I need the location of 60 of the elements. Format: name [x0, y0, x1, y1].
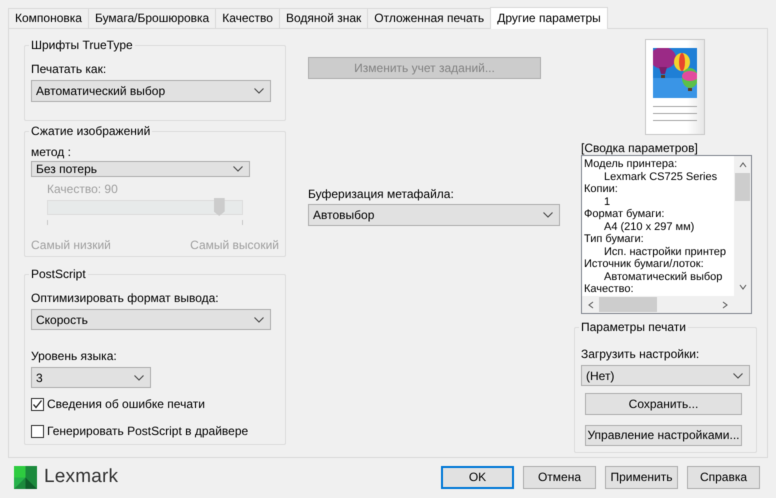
chevron-down-icon [733, 372, 743, 379]
chevron-down-icon [134, 374, 144, 380]
field-label: Оптимизировать формат вывода: [31, 291, 220, 305]
settings-button[interactable]: Управление настройками... [585, 424, 742, 446]
tab[interactable]: Компоновка [8, 8, 89, 28]
horizontal-scrollbar[interactable] [582, 296, 734, 313]
field-label: Буферизация метафайла: [308, 187, 455, 201]
summary-line: Lexmark CS725 Series [603, 170, 718, 183]
chevron-down-icon [543, 212, 553, 218]
field-label: Загрузить настройки: [581, 347, 700, 361]
summary-line: Тип бумаги: [584, 233, 645, 246]
dialog-button[interactable]: Применить [605, 466, 678, 488]
checkbox[interactable] [31, 398, 44, 410]
compression-method-dropdown[interactable]: Без потерь [31, 161, 250, 177]
summary-line: Формат бумаги: [584, 208, 666, 220]
checkbox[interactable] [31, 424, 44, 438]
scroll-up-icon[interactable] [738, 161, 746, 169]
metafile-spooling-dropdown[interactable]: Автовыбор [308, 204, 560, 226]
summary-line: Автоматический выбор [603, 270, 724, 283]
scrollbar-thumb[interactable] [735, 173, 750, 201]
scroll-right-icon[interactable] [721, 300, 729, 308]
field-label: Печатать как: [31, 62, 108, 76]
tab[interactable]: Другие параметры [490, 7, 608, 29]
scroll-left-icon[interactable] [587, 300, 595, 308]
summary-listbox[interactable]: Модель принтера: Lexmark CS725 Series Копии: 1 Формат бумаги: A4 (210 x 297 мм) Тип бумаги: Исп. настройки принтер Источник бумаги/лоток: Автоматический выбор Качество: [581, 155, 752, 314]
scroll-down-icon[interactable] [738, 283, 746, 291]
logo-icon [14, 466, 37, 488]
summary-line: 1 [603, 196, 612, 208]
vertical-scrollbar[interactable] [734, 156, 751, 296]
summary-line: Модель принтера: [584, 158, 678, 170]
checkbox-label: Генерировать PostScript в драйвере [47, 424, 248, 438]
dialog-button[interactable]: Справка [687, 466, 760, 488]
output-format-dropdown[interactable]: Скорость [31, 309, 271, 330]
field-label: Уровень языка: [31, 349, 118, 363]
chevron-down-icon [254, 316, 264, 322]
summary-title: [Сводка параметров] [581, 141, 699, 155]
group-title: PostScript [29, 267, 88, 281]
summary-line: Исп. настройки принтер [603, 246, 728, 258]
load-settings-dropdown[interactable]: (Нет) [581, 365, 750, 386]
slider-min-label: Самый низкий [31, 238, 111, 252]
group-title: Параметры печати [579, 320, 688, 334]
settings-button[interactable]: Сохранить... [585, 393, 742, 415]
field-label: метод : [31, 145, 72, 159]
scrollbar-thumb[interactable] [599, 297, 657, 312]
summary-line: A4 (210 x 297 мм) [603, 220, 696, 233]
summary-line: Источник бумаги/лоток: [584, 258, 705, 270]
slider-label: Качество: 90 [47, 182, 119, 196]
print-as-dropdown[interactable]: Автоматический выбор [31, 80, 271, 102]
chevron-down-icon [254, 88, 264, 94]
checkbox-label: Сведения об ошибке печати [47, 397, 205, 411]
chevron-down-icon [233, 166, 243, 172]
slider-max-label: Самый высокий [190, 238, 279, 252]
summary-line: Качество: [584, 283, 635, 296]
group-title: Сжатие изображений [29, 124, 152, 138]
dialog-button[interactable]: OK [441, 466, 514, 488]
summary-line: Копии: [584, 183, 619, 196]
dialog-button[interactable]: Отмена [523, 466, 596, 488]
group-title: Шрифты TrueType [29, 38, 135, 52]
brand-name: Lexmark [44, 466, 118, 488]
language-level-dropdown[interactable]: 3 [31, 367, 151, 388]
